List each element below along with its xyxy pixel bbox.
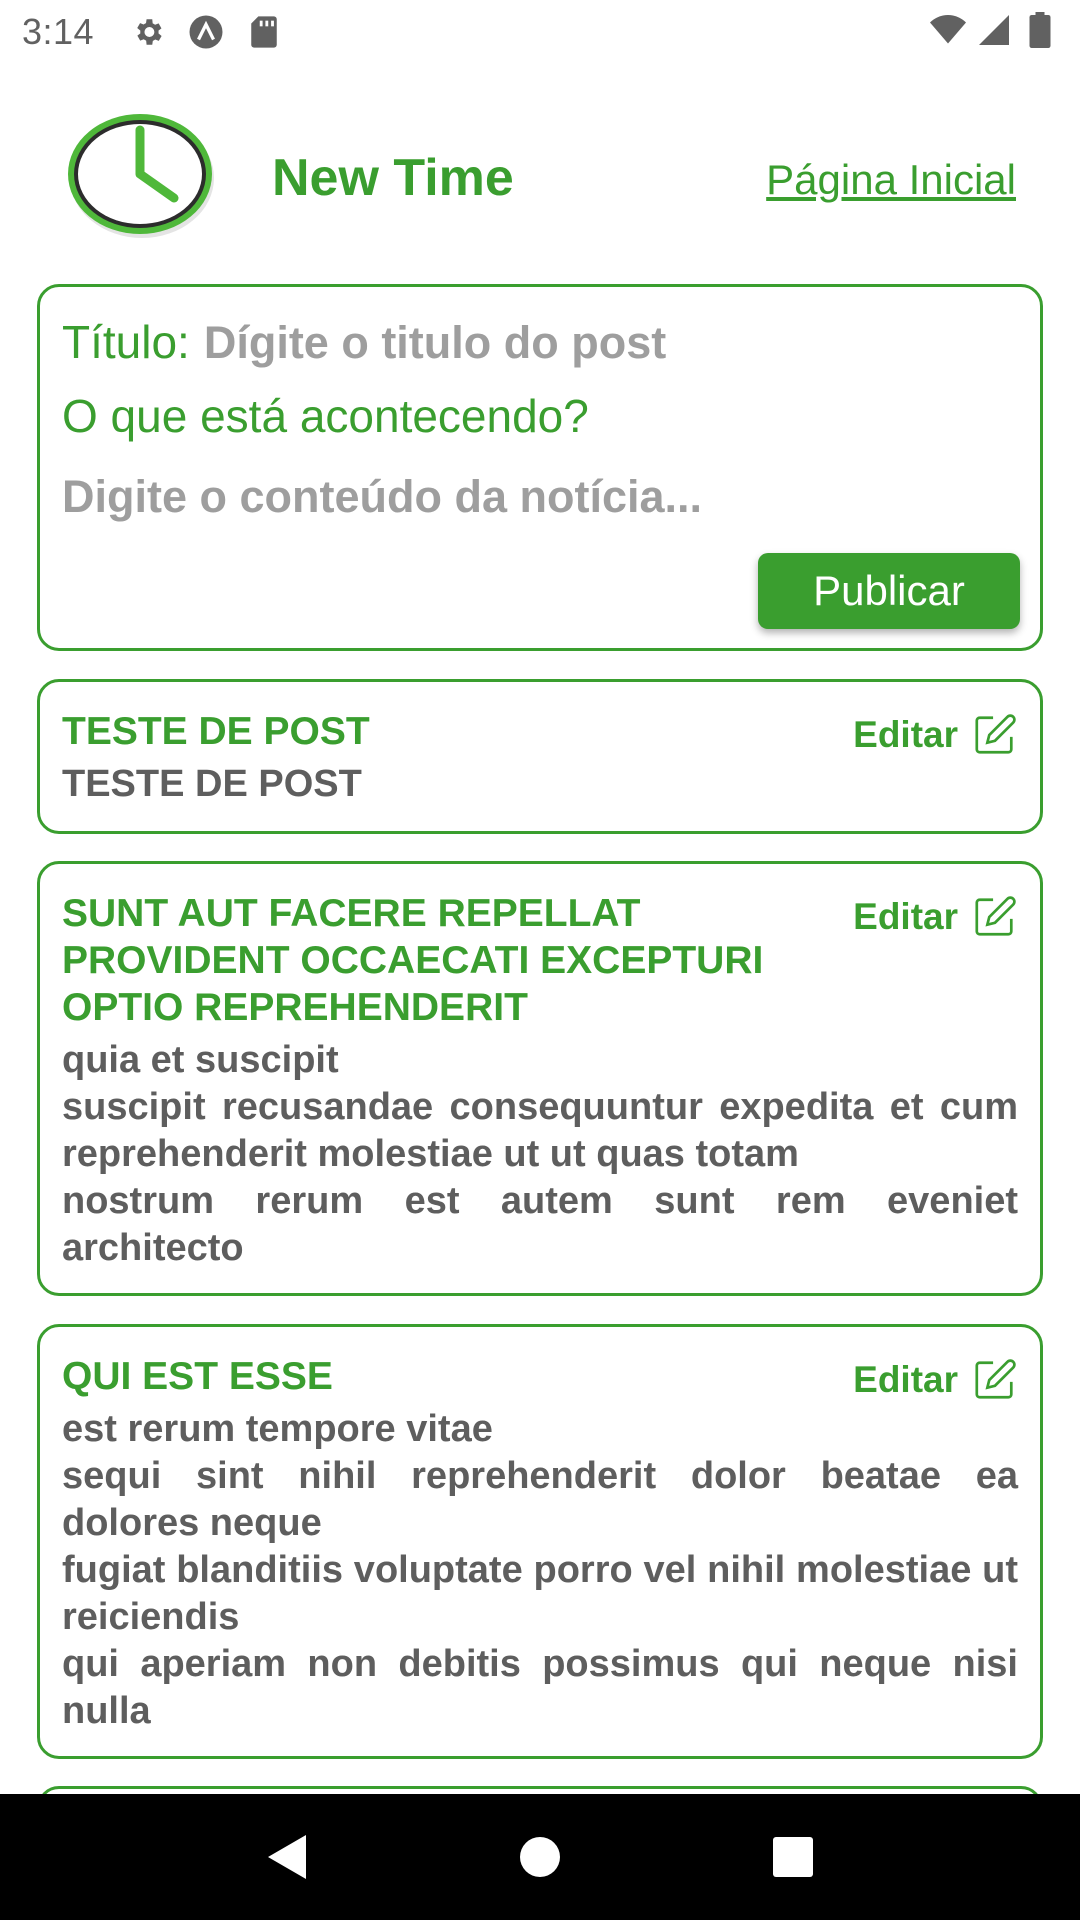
title-row: Título: [62,315,844,369]
edit-icon [975,896,1016,936]
post-card: TESTE DE POST TESTE DE POST Editar [37,679,1043,834]
navigation-bar [0,1794,1080,1920]
status-icons-left [130,14,282,50]
content-input[interactable] [62,471,1002,523]
post-composer: Título: O que está acontecendo? Publicar [37,284,1043,651]
post-body: quia et suscipit suscipit recusandae con… [62,1039,1018,1269]
status-time: 3:14 [22,11,95,52]
publish-button[interactable]: Publicar [758,553,1020,629]
clock-icon [64,108,218,240]
status-icons-right [930,12,1058,48]
edit-label: Editar [853,1359,958,1400]
home-link[interactable]: Página Inicial [766,156,1016,204]
composer-question: O que está acontecendo? [62,390,589,442]
post-title: SUNT AUT FACERE REPELLAT PROVIDENT OCCAE… [62,892,764,1029]
post-body: est rerum tempore vitae sequi sint nihil… [62,1408,1018,1732]
app-title: New Time [272,149,514,207]
edit-button[interactable]: Editar [853,712,1018,758]
wifi-icon [930,12,966,48]
a-icon [188,14,224,50]
recents-icon[interactable] [753,1817,833,1897]
title-input[interactable] [203,317,844,369]
battery-icon [1022,12,1058,48]
signal-icon [976,12,1012,48]
edit-button[interactable]: Editar [853,894,1018,940]
status-bar: 3:14 [0,0,1080,64]
back-icon[interactable] [247,1817,327,1897]
post-body: TESTE DE POST [62,763,362,805]
home-icon[interactable] [500,1817,580,1897]
screen: 3:14 New Time Página Inicial Título: Díg… [0,0,1080,1920]
post-card: QUI EST ESSE est rerum tempore vitae seq… [37,1324,1043,1759]
post-title: TESTE DE POST [62,710,370,753]
title-label: Título: [62,316,190,368]
gear-icon [130,14,166,50]
edit-icon [975,714,1016,754]
edit-button[interactable]: Editar [853,1357,1018,1403]
edit-label: Editar [853,896,958,937]
post-card: SUNT AUT FACERE REPELLAT PROVIDENT OCCAE… [37,861,1043,1296]
sd-card-icon [246,14,282,50]
post-title: QUI EST ESSE [62,1355,333,1398]
header: New Time Página Inicial [0,100,1080,250]
edit-label: Editar [853,714,958,755]
edit-icon [975,1359,1016,1399]
